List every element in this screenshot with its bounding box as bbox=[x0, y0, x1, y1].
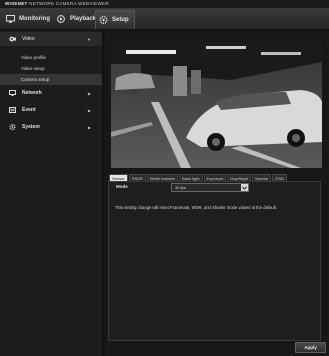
chevron-right-icon: ▶ bbox=[87, 107, 91, 113]
sidebar-item-video[interactable]: Video ▼ bbox=[0, 32, 102, 46]
setup-tab-content: Setup bbox=[99, 12, 129, 27]
chevron-right-icon: ▶ bbox=[87, 90, 91, 96]
sidebar-item-network[interactable]: Network ▶ bbox=[0, 88, 102, 98]
playback-icon bbox=[57, 14, 66, 23]
network-icon bbox=[9, 90, 16, 96]
brand-prefix: WISENET bbox=[5, 1, 28, 6]
playback-button[interactable]: Playback bbox=[57, 11, 96, 26]
sensor-note: This setting change will reset Framerate… bbox=[115, 205, 277, 210]
camera-setup-tabs: Sensor SSDR White balance Back light Exp… bbox=[109, 174, 288, 182]
chevron-down-icon: ▼ bbox=[87, 36, 91, 42]
chevron-down-icon bbox=[241, 184, 248, 191]
camera-setup-label: Camera setup bbox=[21, 77, 50, 82]
video-camera-icon bbox=[9, 36, 16, 42]
camera-preview-image bbox=[111, 42, 322, 168]
setup-gear-icon bbox=[99, 15, 108, 24]
sidebar-item-video-profile[interactable]: Video profile bbox=[0, 52, 102, 63]
monitor-icon bbox=[6, 14, 15, 23]
monitoring-button[interactable]: Monitoring bbox=[6, 11, 50, 26]
sidebar-network-label: Network bbox=[22, 90, 42, 96]
top-bar: WISENET NETWORK CAMERA WEBVIEWER bbox=[0, 0, 329, 8]
sidebar-event-label: Event bbox=[22, 107, 36, 113]
system-gear-icon bbox=[9, 123, 16, 131]
sidebar-item-camera-setup[interactable]: Camera setup bbox=[0, 74, 102, 85]
setup-label: Setup bbox=[112, 16, 129, 23]
mode-select[interactable]: 30 fps bbox=[171, 183, 249, 192]
sidebar-item-event[interactable]: Event ▶ bbox=[0, 105, 102, 115]
sidebar-item-system[interactable]: System ▶ bbox=[0, 122, 102, 132]
monitoring-label: Monitoring bbox=[19, 15, 50, 22]
setup-tab[interactable]: Setup bbox=[95, 10, 135, 29]
sidebar-item-video-setup[interactable]: Video setup bbox=[0, 63, 102, 74]
main-nav: Monitoring Playback bbox=[0, 8, 329, 30]
apply-button[interactable]: Apply bbox=[295, 342, 326, 353]
chevron-right-icon: ▶ bbox=[87, 124, 91, 130]
brand-text: NETWORK CAMERA WEBVIEWER bbox=[29, 1, 109, 6]
playback-label: Playback bbox=[70, 15, 97, 22]
video-profile-label: Video profile bbox=[21, 55, 46, 60]
event-icon bbox=[9, 107, 16, 113]
mode-select-value: 30 fps bbox=[175, 185, 186, 190]
sidebar-video-label: Video bbox=[22, 36, 35, 42]
mode-label: Mode bbox=[116, 184, 128, 189]
brand-title: WISENET NETWORK CAMERA WEBVIEWER bbox=[5, 1, 109, 6]
camera-preview bbox=[111, 42, 322, 168]
sidebar-system-label: System bbox=[22, 124, 40, 130]
video-setup-label: Video setup bbox=[21, 66, 45, 71]
